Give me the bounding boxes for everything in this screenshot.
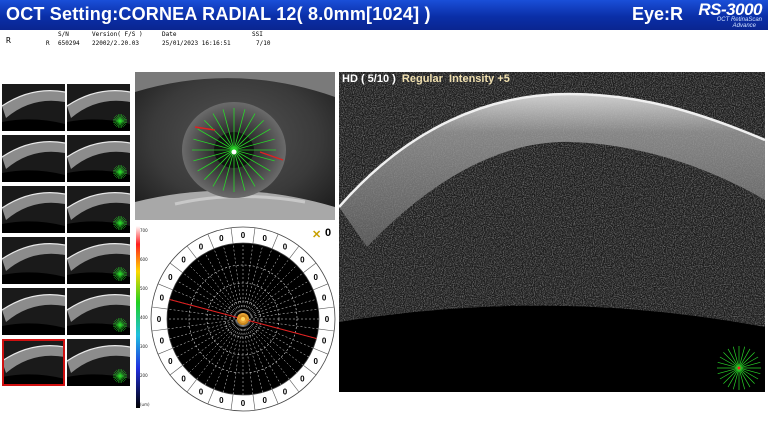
window-title: OCT Setting:CORNEA RADIAL 12( 8.0mm[1024… xyxy=(6,4,431,24)
ssi-label: SSI xyxy=(252,31,263,38)
scan-intensity-label: Intensity +5 xyxy=(449,73,510,85)
sector-cell-value: 0 xyxy=(313,357,318,366)
sn-label: S/N xyxy=(58,31,69,38)
date-label: Date xyxy=(162,31,177,38)
colorbar-tick-label: 400 xyxy=(140,315,148,320)
bscan-thumbnail[interactable] xyxy=(67,288,130,335)
sector-cell-value: 0 xyxy=(160,293,165,302)
bscan-thumbnail[interactable] xyxy=(2,288,65,335)
colorbar-tick-label: 700 xyxy=(140,228,148,233)
sector-cell-value: 0 xyxy=(325,315,330,324)
bscan-thumbnail[interactable] xyxy=(2,339,65,386)
sector-cell-value: 0 xyxy=(322,337,327,346)
sector-cell-value: 0 xyxy=(241,399,246,408)
sn-value: 650294 xyxy=(58,40,80,47)
device-logo: RS-3000 OCT RetinaScan Advance xyxy=(692,0,766,29)
title-bar: OCT Setting:CORNEA RADIAL 12( 8.0mm[1024… xyxy=(0,0,768,30)
scan-info-header: HD ( 5/10 ) Regular Intensity +5 xyxy=(342,73,510,85)
ssi-value: 7/10 xyxy=(256,40,271,47)
sector-cell-value: 0 xyxy=(181,374,186,383)
bscan-thumbnail[interactable] xyxy=(67,237,130,284)
anterior-segment-image xyxy=(135,72,335,220)
sector-cell-value: 0 xyxy=(199,388,204,397)
sector-cell-value: 0 xyxy=(219,234,224,243)
sector-cell-value: 0 xyxy=(219,396,224,405)
bscan-thumbnail[interactable] xyxy=(2,84,65,131)
sector-cell-value: 0 xyxy=(168,273,173,282)
sector-cell-value: 0 xyxy=(313,273,318,282)
colorbar-tick-label: 200 xyxy=(140,373,148,378)
sector-thickness-map: 000000000000000000000000 xyxy=(150,226,336,412)
colorbar-tick-label: 500 xyxy=(140,286,148,291)
sector-cell-value: 0 xyxy=(168,357,173,366)
sector-cell-value: 0 xyxy=(322,293,327,302)
sector-cell-value: 0 xyxy=(262,234,267,243)
sector-cell-value: 0 xyxy=(300,374,305,383)
sector-cell-value: 0 xyxy=(283,242,288,251)
scan-hd-label: HD ( 5/10 ) xyxy=(342,73,396,85)
bscan-thumbnail[interactable] xyxy=(67,339,130,386)
sector-cell-value: 0 xyxy=(283,388,288,397)
center-marker-icon: ✕ xyxy=(312,229,322,241)
sector-cell-value: 0 xyxy=(300,256,305,265)
sector-cell-value: 0 xyxy=(199,242,204,251)
eye-indicator: Eye:R xyxy=(632,4,684,24)
center-count: 0 xyxy=(325,227,332,239)
bscan-thumbnail[interactable] xyxy=(67,135,130,182)
logo-subtitle-2: Advance xyxy=(732,23,756,29)
colorbar-tick-label: 300 xyxy=(140,344,148,349)
eye-label: R xyxy=(6,36,11,45)
sector-cell-value: 0 xyxy=(181,256,186,265)
date-value: 25/01/2023 16:16:51 xyxy=(162,40,231,47)
version-value: 22002/2.20.03 xyxy=(92,40,139,47)
colorbar-tick-label: (um) xyxy=(140,402,150,407)
sector-cell-value: 0 xyxy=(262,396,267,405)
sector-cell-value: 0 xyxy=(157,315,162,324)
scan-mode-label: Regular xyxy=(401,73,443,85)
row-eye: R xyxy=(46,40,50,47)
bscan-thumbnail[interactable] xyxy=(67,84,130,131)
bscan-thumbnail[interactable] xyxy=(2,135,65,182)
colorbar-tick-label: 600 xyxy=(140,257,148,262)
bscan-thumbnail[interactable] xyxy=(2,237,65,284)
bscan-thumbnail[interactable] xyxy=(2,186,65,233)
version-label: Version( F/S ) xyxy=(92,31,143,38)
sector-cell-value: 0 xyxy=(160,337,165,346)
bscan-thumbnail[interactable] xyxy=(67,186,130,233)
oct-bscan-image xyxy=(339,72,765,392)
sector-cell-value: 0 xyxy=(241,231,246,240)
